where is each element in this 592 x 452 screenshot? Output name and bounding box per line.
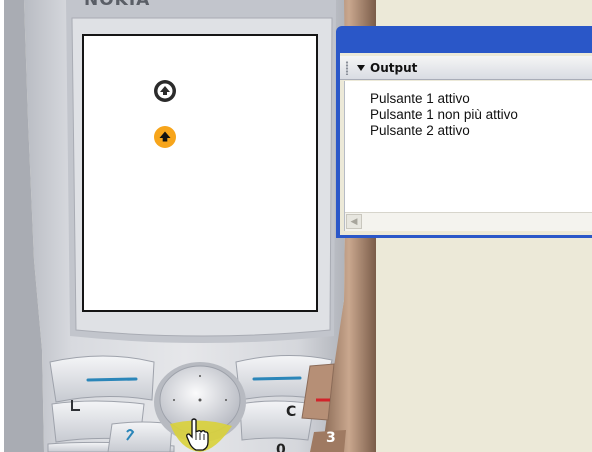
- output-line: Pulsante 1 attivo: [370, 91, 470, 106]
- clear-key-label[interactable]: C: [286, 404, 296, 420]
- output-panel-header[interactable]: Output: [340, 56, 592, 80]
- output-panel-title: Output: [370, 60, 418, 75]
- brand-logo: NOKIA: [84, 0, 151, 10]
- output-line: Pulsante 1 non più attivo: [370, 107, 518, 122]
- key-0-label[interactable]: 0: [276, 442, 286, 452]
- key-3-label[interactable]: 3: [326, 430, 336, 446]
- phone-screen: [82, 34, 318, 312]
- output-text-area[interactable]: Pulsante 1 attivo Pulsante 1 non più att…: [344, 81, 592, 231]
- hand-cursor-icon: [186, 418, 209, 451]
- collapse-arrow-icon[interactable]: [357, 64, 365, 71]
- drag-grip-icon[interactable]: [345, 60, 349, 75]
- horizontal-scrollbar[interactable]: ◀: [345, 212, 592, 231]
- screen-button-2[interactable]: [154, 126, 176, 148]
- output-log: Pulsante 1 attivo Pulsante 1 non più att…: [370, 91, 518, 139]
- output-line: Pulsante 2 attivo: [370, 123, 470, 138]
- screen-button-1[interactable]: [154, 80, 176, 102]
- scroll-left-arrow-icon[interactable]: ◀: [346, 214, 362, 229]
- arrow-up-icon: [155, 81, 175, 101]
- arrow-up-icon: [154, 126, 176, 148]
- phone-emulator: NOKIA C 3 0: [4, 0, 376, 452]
